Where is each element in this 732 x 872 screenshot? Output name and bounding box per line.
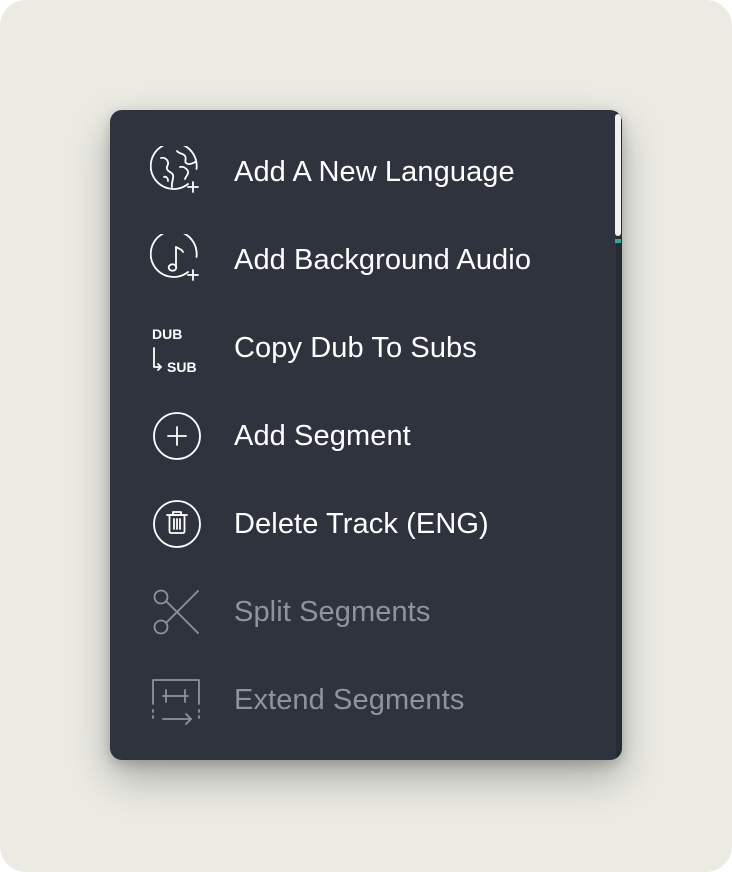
menu-item-split-segments[interactable]: Split Segments — [110, 568, 610, 656]
dub-to-sub-icon: DUB SUB — [150, 322, 204, 374]
menu-item-copy-dub-to-subs[interactable]: DUB SUB Copy Dub To Subs — [110, 304, 610, 392]
menu-item-label: Add Background Audio — [234, 244, 532, 276]
menu-item-delete-track[interactable]: Delete Track (ENG) — [110, 480, 610, 568]
menu-item-label: Add A New Language — [234, 156, 515, 188]
scrollbar[interactable] — [612, 110, 622, 760]
scrollbar-thumb[interactable] — [615, 114, 621, 236]
menu-item-label: Split Segments — [234, 596, 431, 628]
menu-item-add-segment[interactable]: Add Segment — [110, 392, 610, 480]
extend-segments-icon — [150, 674, 204, 726]
menu-item-extend-segments[interactable]: Extend Segments — [110, 656, 610, 744]
dub-label: DUB — [152, 326, 182, 342]
plus-circle-icon — [150, 410, 204, 462]
menu-item-label: Extend Segments — [234, 684, 465, 716]
menu-item-label: Delete Track (ENG) — [234, 508, 489, 540]
globe-plus-icon — [150, 146, 204, 198]
scissors-icon — [150, 586, 204, 638]
sub-label: SUB — [167, 359, 197, 374]
music-note-plus-icon — [150, 234, 204, 286]
menu-item-label: Add Segment — [234, 420, 411, 452]
menu-item-add-background-audio[interactable]: Add Background Audio — [110, 216, 610, 304]
context-menu: Add A New Language Add Background Audio … — [110, 110, 622, 760]
trash-circle-icon — [150, 498, 204, 550]
menu-item-add-language[interactable]: Add A New Language — [110, 128, 610, 216]
menu-item-label: Copy Dub To Subs — [234, 332, 477, 364]
scrollbar-accent — [615, 239, 621, 243]
